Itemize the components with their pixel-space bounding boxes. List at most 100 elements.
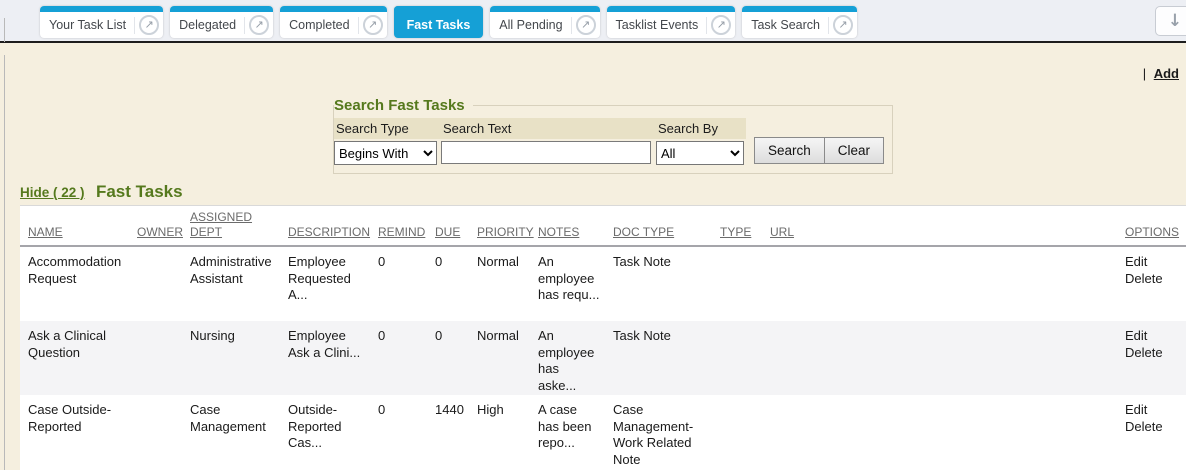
- clear-button[interactable]: Clear: [825, 137, 884, 164]
- cell-description: Employee Requested A...: [288, 254, 378, 321]
- table-header-row: NAMEOWNERASSIGNED DEPTDESCRIPTIONREMINDD…: [20, 206, 1186, 247]
- search-labels-row: Search Type Search Text Search By: [334, 118, 746, 139]
- search-button[interactable]: Search: [754, 137, 825, 164]
- separator: |: [1143, 66, 1146, 81]
- left-border-line: [4, 55, 5, 470]
- col-header-url[interactable]: URL: [770, 225, 1125, 240]
- cell-assigned-dept: Nursing: [190, 328, 288, 395]
- list-header: Hide ( 22 ) Fast Tasks: [20, 182, 183, 202]
- popout-icon[interactable]: ↗: [139, 15, 159, 35]
- left-border-line: [4, 18, 5, 42]
- edit-link[interactable]: Edit: [1125, 254, 1173, 271]
- search-by-select[interactable]: All: [656, 141, 744, 165]
- table-row: Accommodation RequestAdministrative Assi…: [20, 247, 1186, 321]
- tab-label: Fast Tasks: [407, 18, 471, 32]
- cell-name: Ask a Clinical Question: [28, 328, 137, 395]
- tab-body: All Pending ↗: [490, 12, 599, 38]
- col-header-options[interactable]: OPTIONS: [1125, 225, 1186, 240]
- tab-label: Your Task List: [49, 18, 134, 32]
- search-text-input[interactable]: [441, 141, 651, 164]
- scroll-down-button[interactable]: ↓: [1155, 6, 1186, 36]
- edit-link[interactable]: Edit: [1125, 328, 1173, 345]
- tab-divider: [828, 17, 829, 34]
- tab-divider: [706, 17, 707, 34]
- search-text-label: Search Text: [441, 118, 656, 139]
- cell-notes: An employee has requ...: [538, 254, 613, 321]
- col-header-assigned-dept[interactable]: ASSIGNED DEPT: [190, 210, 288, 240]
- cell-doc-type: Task Note: [613, 254, 720, 321]
- tab-bar: Your Task List↗Delegated↗Completed↗Fast …: [0, 0, 1186, 43]
- tab-delegated[interactable]: Delegated ↗: [170, 6, 273, 38]
- search-type-select[interactable]: Begins With: [334, 141, 437, 165]
- page-content: | Add Search Fast Tasks Search Type Sear…: [0, 43, 1186, 470]
- table-row: Case Outside-ReportedCase ManagementOuts…: [20, 395, 1186, 469]
- cell-url: [770, 328, 1125, 395]
- tab-body: Your Task List ↗: [40, 12, 163, 38]
- tab-fast-tasks[interactable]: Fast Tasks: [394, 6, 484, 38]
- popout-icon[interactable]: ↗: [711, 15, 731, 35]
- tab-label: Tasklist Events: [616, 18, 707, 32]
- popout-icon[interactable]: ↗: [576, 15, 596, 35]
- cell-remind: 0: [378, 402, 435, 469]
- col-header-type[interactable]: TYPE: [720, 225, 770, 240]
- col-header-remind[interactable]: REMIND: [378, 225, 435, 240]
- search-type-label: Search Type: [334, 118, 441, 139]
- tab-body: Task Search ↗: [742, 12, 857, 38]
- cell-due: 0: [435, 254, 477, 321]
- delete-link[interactable]: Delete: [1125, 419, 1173, 436]
- cell-owner: [137, 328, 190, 395]
- delete-link[interactable]: Delete: [1125, 345, 1173, 362]
- cell-remind: 0: [378, 254, 435, 321]
- tab-label: All Pending: [499, 18, 570, 32]
- search-panel-title: Search Fast Tasks: [334, 97, 473, 114]
- add-link[interactable]: Add: [1154, 66, 1179, 81]
- cell-priority: High: [477, 402, 538, 469]
- cell-name: Accommodation Request: [28, 254, 137, 321]
- cell-options: EditDelete: [1125, 254, 1186, 321]
- delete-link[interactable]: Delete: [1125, 271, 1173, 288]
- popout-icon[interactable]: ↗: [363, 15, 383, 35]
- cell-notes: A case has been repo...: [538, 402, 613, 469]
- tab-all-pending[interactable]: All Pending ↗: [490, 6, 599, 38]
- down-arrow-icon: ↓: [1168, 11, 1182, 31]
- col-header-priority[interactable]: PRIORITY: [477, 225, 538, 240]
- tab-body: Completed↗: [280, 12, 386, 38]
- tab-your-task-list[interactable]: Your Task List ↗: [40, 6, 163, 38]
- popout-icon[interactable]: ↗: [249, 15, 269, 35]
- tab-label: Delegated: [179, 18, 244, 32]
- list-title: Fast Tasks: [96, 182, 183, 201]
- tab-body: Tasklist Events ↗: [607, 12, 736, 38]
- tab-tasklist-events[interactable]: Tasklist Events ↗: [607, 6, 736, 38]
- search-panel: Search Fast Tasks Search Type Search Tex…: [333, 97, 893, 174]
- col-header-name[interactable]: NAME: [28, 225, 137, 240]
- tab-divider: [358, 17, 359, 34]
- cell-doc-type: Case Management-Work Related Note: [613, 402, 720, 469]
- cell-assigned-dept: Case Management: [190, 402, 288, 469]
- col-header-due[interactable]: DUE: [435, 225, 477, 240]
- edit-link[interactable]: Edit: [1125, 402, 1173, 419]
- hide-count-link[interactable]: Hide ( 22 ): [20, 185, 85, 200]
- tab-label: Task Search: [751, 18, 828, 32]
- col-header-owner[interactable]: OWNER: [137, 225, 190, 240]
- col-header-doc-type[interactable]: DOC TYPE: [613, 225, 720, 240]
- tab-divider: [571, 17, 572, 34]
- tab-body: Fast Tasks: [394, 12, 484, 38]
- cell-name: Case Outside-Reported: [28, 402, 137, 469]
- cell-options: EditDelete: [1125, 402, 1186, 469]
- fast-tasks-table: NAMEOWNERASSIGNED DEPTDESCRIPTIONREMINDD…: [20, 205, 1186, 470]
- cell-options: EditDelete: [1125, 328, 1186, 395]
- cell-doc-type: Task Note: [613, 328, 720, 395]
- cell-owner: [137, 254, 190, 321]
- search-by-label: Search By: [656, 118, 746, 139]
- popout-icon[interactable]: ↗: [833, 15, 853, 35]
- table-body: Accommodation RequestAdministrative Assi…: [20, 247, 1186, 469]
- tab-body: Delegated ↗: [170, 12, 273, 38]
- tab-task-search[interactable]: Task Search ↗: [742, 6, 857, 38]
- cell-due: 1440: [435, 402, 477, 469]
- col-header-description[interactable]: DESCRIPTION: [288, 225, 378, 240]
- tab-completed[interactable]: Completed↗: [280, 6, 386, 38]
- cell-remind: 0: [378, 328, 435, 395]
- col-header-notes[interactable]: NOTES: [538, 225, 613, 240]
- cell-priority: Normal: [477, 254, 538, 321]
- tab-strip: Your Task List↗Delegated↗Completed↗Fast …: [40, 6, 857, 38]
